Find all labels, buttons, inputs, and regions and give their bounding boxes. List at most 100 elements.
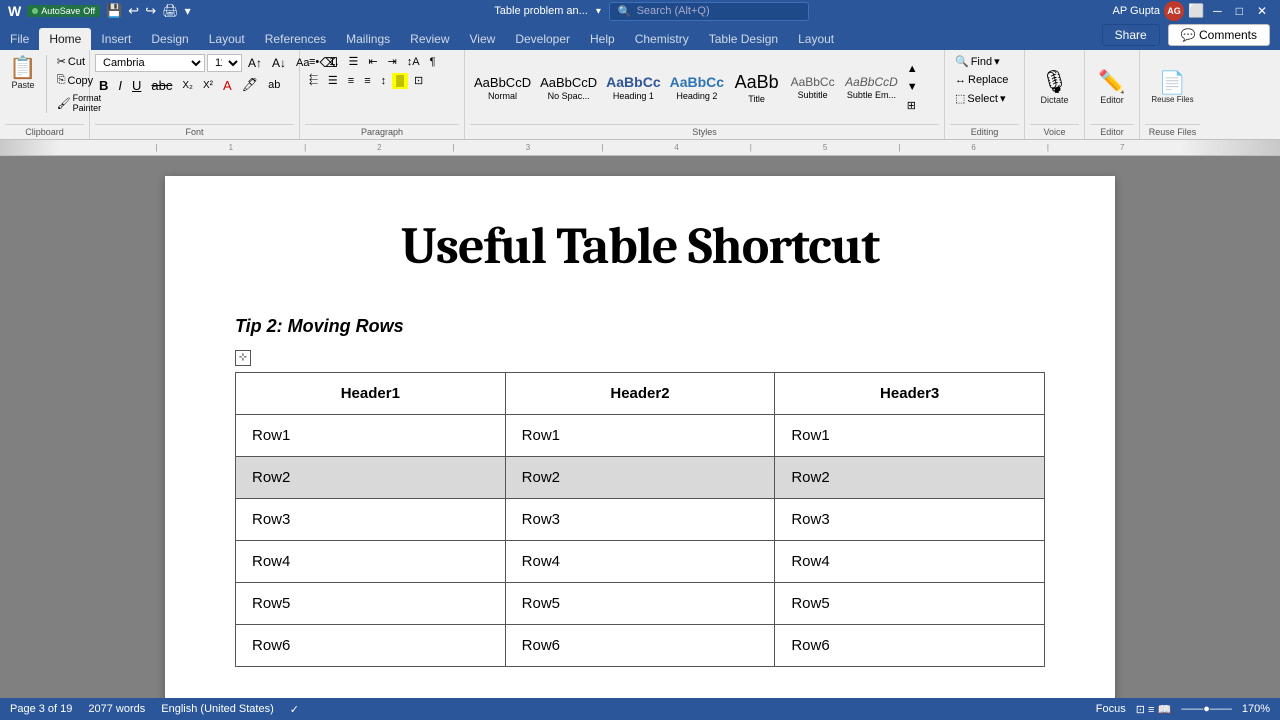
tab-home[interactable]: Home [39,28,91,50]
editor-button[interactable]: ✏️ Editor [1093,67,1130,107]
find-dropdown-icon: ▾ [994,55,1000,68]
paragraph-group: ≡• 1. ☰ ⇤ ⇥ ↕A ¶ ⬱ ☰ ≡ ≡ ↕ ▒ ⊡ Paragraph [300,50,465,139]
style-normal[interactable]: AaBbCcD Normal [470,73,535,103]
styles-more[interactable]: ⊞ [903,97,922,114]
share-button[interactable]: Share [1102,24,1160,46]
reuse-files-button[interactable]: 📄 Reuse Files [1146,68,1198,107]
table-move-handle[interactable]: ⊹ [235,350,251,366]
underline-button[interactable]: U [128,76,145,95]
select-button[interactable]: ⬚ Select ▾ [950,90,1011,107]
redo-icon[interactable]: ↪ [145,3,156,19]
shrink-font-button[interactable]: A↓ [268,54,290,72]
username: AP Gupta [1112,5,1160,17]
style-subtitle[interactable]: AaBbCc Subtitle [785,73,840,102]
save-icon[interactable]: 💾 [106,3,122,19]
styles-scroll: ▲ ▼ ⊞ [903,61,922,114]
grow-font-button[interactable]: A↑ [244,54,266,72]
numbering-button[interactable]: 1. [325,54,342,70]
align-right-button[interactable]: ≡ [344,73,358,89]
autosave-badge[interactable]: AutoSave Off [27,5,100,17]
voice-content: 🎙 Dictate [1030,53,1079,122]
document-area: Useful Table Shortcut Tip 2: Moving Rows… [0,156,1280,698]
tab-mailings[interactable]: Mailings [336,28,400,50]
style-heading1-label: Heading 1 [606,91,660,101]
style-heading1[interactable]: AaBbCc Heading 1 [602,72,664,103]
tab-layout[interactable]: Layout [199,28,255,50]
tip-heading: Tip 2: Moving Rows [235,316,1045,337]
sort-button[interactable]: ↕A [403,54,424,70]
tab-chemistry[interactable]: Chemistry [625,28,699,50]
table-row: Row2Row2Row2 [236,456,1045,498]
bullets-button[interactable]: ≡• [305,54,323,70]
paragraph-row1: ≡• 1. ☰ ⇤ ⇥ ↕A ¶ [305,53,440,70]
styles-group: AaBbCcD Normal AaBbCcD No Spac... AaBbCc… [465,50,945,139]
tab-view[interactable]: View [460,28,506,50]
find-button[interactable]: 🔍 Find ▾ [950,53,1005,70]
autosave-state: Off [83,6,95,16]
style-heading2[interactable]: AaBbCc Heading 2 [666,72,728,103]
superscript-button[interactable]: X² [199,78,217,93]
tab-help[interactable]: Help [580,28,625,50]
multilevel-button[interactable]: ☰ [344,53,362,70]
dictate-button[interactable]: 🎙 Dictate [1035,67,1073,107]
font-color-button[interactable]: A [219,76,236,95]
tab-developer[interactable]: Developer [505,28,580,50]
font-face-select[interactable]: Cambria [95,54,205,72]
text-highlight-button[interactable]: ab [264,77,284,93]
line-spacing-button[interactable]: ↕ [377,73,391,89]
comments-button[interactable]: 💬 Comments [1168,24,1270,46]
reuse-files-icon: 📄 [1159,71,1186,95]
tab-references[interactable]: References [255,28,336,50]
doc-name: Table problem an... [494,5,588,17]
tab-table-design[interactable]: Table Design [699,28,788,50]
style-subtle-em[interactable]: AaBbCcD Subtle Em... [841,73,902,102]
restore-btn[interactable]: □ [1231,4,1248,18]
align-left-button[interactable]: ⬱ [305,72,322,89]
justify-button[interactable]: ≡ [360,73,374,89]
increase-indent-button[interactable]: ⇥ [384,53,401,70]
font-size-select[interactable]: 11 [207,54,242,72]
user-avatar[interactable]: AG [1164,1,1184,21]
search-bar[interactable]: 🔍 Search (Alt+Q) [609,2,809,21]
paste-button[interactable]: 📋 Paste [5,53,41,115]
ribbon-tab-bar: File Home Insert Design Layout Reference… [0,22,1280,50]
decrease-indent-button[interactable]: ⇤ [364,53,381,70]
replace-button[interactable]: ↔ Replace [950,72,1013,88]
voice-label: Voice [1030,124,1079,139]
view-mode-icons[interactable]: ⊡ ≡ 📖 [1136,703,1171,716]
style-title-label: Title [733,94,780,104]
tab-insert[interactable]: Insert [91,28,141,50]
style-no-space[interactable]: AaBbCcD No Spac... [536,73,601,103]
show-hide-button[interactable]: ¶ [426,54,440,70]
strikethrough-button[interactable]: abc [147,76,176,95]
tab-layout2[interactable]: Layout [788,28,844,50]
tab-design[interactable]: Design [141,28,198,50]
minimize-btn[interactable]: ─ [1208,4,1227,18]
style-no-space-label: No Spac... [540,91,597,101]
subscript-button[interactable]: X₂ [178,78,197,93]
borders-button[interactable]: ⊡ [410,72,427,89]
focus-button[interactable]: Focus [1096,703,1126,715]
tab-review[interactable]: Review [400,28,459,50]
style-normal-label: Normal [474,91,531,101]
table-row: Row1Row1Row1 [236,414,1045,456]
print-icon[interactable]: 🖨 [162,3,179,19]
italic-button[interactable]: I [114,76,126,95]
col-header-3: Header3 [775,372,1045,414]
bold-button[interactable]: B [95,76,112,95]
styles-scroll-up[interactable]: ▲ [903,61,922,77]
customize-icon[interactable]: ▾ [185,4,191,18]
style-title[interactable]: AaBb Title [729,70,784,106]
style-no-space-preview: AaBbCcD [540,75,597,90]
shading-button[interactable]: ▒ [392,73,408,89]
zoom-slider[interactable]: ——●—— [1181,703,1232,715]
highlight-button[interactable]: 🖊 [238,75,263,95]
close-btn[interactable]: ✕ [1252,4,1272,18]
dropdown-icon[interactable]: ▾ [596,6,601,17]
proofing-icon[interactable]: ✓ [290,703,299,716]
undo-icon[interactable]: ↩ [128,3,139,19]
view-options-icon[interactable]: ⬜ [1188,3,1204,19]
styles-scroll-down[interactable]: ▼ [903,79,922,95]
tab-file[interactable]: File [0,28,39,50]
align-center-button[interactable]: ☰ [324,72,342,89]
